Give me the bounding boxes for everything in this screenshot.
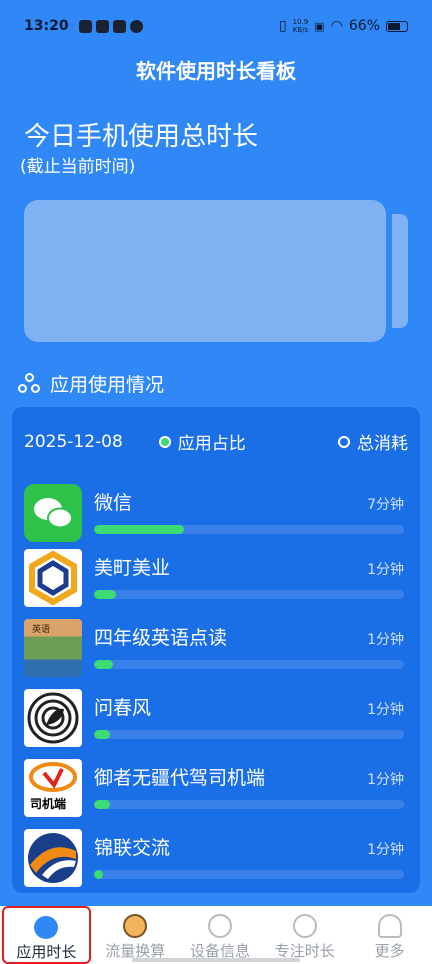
wrench-icon bbox=[207, 914, 232, 938]
usage-bar-fill bbox=[94, 660, 113, 669]
clock-icon bbox=[292, 914, 317, 938]
usage-bar bbox=[94, 660, 404, 669]
date-label[interactable]: 2025-12-08 bbox=[24, 432, 123, 452]
app-time: 1分钟 bbox=[367, 842, 404, 858]
legend-app-share-label: 应用占比 bbox=[177, 434, 246, 454]
usage-bar-fill bbox=[94, 525, 184, 534]
section-title-text: 应用使用情况 bbox=[50, 374, 165, 396]
app-name: 问春风 bbox=[94, 697, 152, 719]
page-title: 软件使用时长看板 bbox=[136, 59, 296, 83]
video-app-icon bbox=[78, 19, 92, 33]
vibrate-icon: ▯ bbox=[278, 18, 287, 34]
tab-focus-duration[interactable]: 专注时长 bbox=[262, 906, 347, 964]
wechat-status-icon bbox=[129, 19, 143, 33]
link-app-icon bbox=[95, 19, 109, 33]
bottom-nav: 应用时长 流量换算 设备信息 专注时长 更多 bbox=[0, 906, 432, 964]
recycle-share-icon bbox=[18, 372, 42, 395]
wifi-icon: ◠ bbox=[330, 18, 343, 34]
legend-dot-filled-icon bbox=[158, 435, 171, 448]
app-name: 美町美业 bbox=[94, 557, 171, 579]
usage-bar-fill bbox=[94, 730, 110, 739]
section-title: 应用使用情况 bbox=[18, 370, 164, 397]
tab-label: 更多 bbox=[374, 942, 405, 960]
gesture-bar bbox=[132, 958, 300, 962]
usage-bar bbox=[94, 870, 404, 879]
list-item[interactable]: 司机端 御者无疆代驾司机端 1分钟 bbox=[24, 759, 404, 819]
app-time: 1分钟 bbox=[367, 632, 404, 648]
legend-total-label: 总消耗 bbox=[357, 434, 408, 454]
legend-app-share[interactable]: 应用占比 bbox=[158, 429, 246, 454]
net-speed-value: 10.9 bbox=[292, 18, 309, 26]
tab-label: 应用时长 bbox=[16, 943, 77, 961]
swap-icon bbox=[123, 914, 148, 938]
usage-bar-fill bbox=[94, 800, 110, 809]
tab-traffic-conversion[interactable]: 流量换算 bbox=[93, 906, 178, 964]
droplet-icon bbox=[34, 916, 59, 939]
meiting-icon bbox=[24, 549, 82, 607]
usage-bar bbox=[94, 590, 404, 599]
usage-battery-cap bbox=[392, 214, 408, 328]
tab-device-info[interactable]: 设备信息 bbox=[178, 906, 263, 964]
status-time: 13:20 bbox=[24, 18, 69, 34]
english-book-icon: 英语 bbox=[24, 619, 82, 677]
person-icon bbox=[377, 914, 402, 938]
app-time: 7分钟 bbox=[367, 497, 404, 513]
app-usage-card: 2025-12-08 应用占比 总消耗 微信 7分钟 美町美业 1分钟 英语 四… bbox=[12, 407, 420, 893]
app-time: 1分钟 bbox=[367, 702, 404, 718]
sim-icon: ▣ bbox=[314, 19, 325, 33]
tab-more[interactable]: 更多 bbox=[347, 906, 432, 964]
net-speed: 10.9 KB/s bbox=[293, 18, 309, 34]
usage-battery-graphic bbox=[24, 200, 386, 342]
usage-bar bbox=[94, 730, 404, 739]
app-name: 四年级英语点读 bbox=[94, 627, 228, 649]
app-name: 微信 bbox=[94, 492, 133, 514]
app-time: 1分钟 bbox=[367, 562, 404, 578]
today-title: 今日手机使用总时长 bbox=[24, 122, 259, 152]
app-name: 锦联交流 bbox=[94, 837, 171, 859]
list-item[interactable]: 锦联交流 1分钟 bbox=[24, 829, 404, 889]
usage-bar-fill bbox=[94, 590, 116, 599]
mail-app-icon bbox=[112, 19, 126, 33]
wenchunfeng-icon bbox=[24, 689, 82, 747]
list-item[interactable]: 英语 四年级英语点读 1分钟 bbox=[24, 619, 404, 679]
driver-icon: 司机端 bbox=[24, 759, 82, 817]
legend-dot-empty-icon bbox=[338, 435, 350, 448]
tab-app-duration[interactable]: 应用时长 bbox=[2, 906, 91, 964]
usage-bar bbox=[94, 800, 404, 809]
usage-bar bbox=[94, 525, 404, 534]
app-time: 1分钟 bbox=[367, 772, 404, 788]
status-bar: 13:20 ▯ 10.9 KB/s ▣ ◠ 66% bbox=[0, 0, 432, 52]
list-item[interactable]: 问春风 1分钟 bbox=[24, 689, 404, 749]
driver-icon-label: 司机端 bbox=[30, 797, 67, 811]
legend-total[interactable]: 总消耗 bbox=[338, 429, 408, 454]
usage-bar-fill bbox=[94, 870, 104, 879]
english-book-label: 英语 bbox=[32, 625, 51, 635]
list-item[interactable]: 微信 7分钟 bbox=[24, 484, 404, 544]
list-item[interactable]: 美町美业 1分钟 bbox=[24, 549, 404, 609]
net-speed-unit: KB/s bbox=[292, 26, 309, 34]
jinlian-icon bbox=[24, 829, 82, 887]
wechat-icon bbox=[24, 484, 82, 542]
battery-icon bbox=[386, 20, 408, 32]
app-name: 御者无疆代驾司机端 bbox=[94, 767, 266, 789]
card-header: 2025-12-08 应用占比 总消耗 bbox=[24, 429, 408, 455]
battery-percent: 66% bbox=[348, 18, 380, 34]
today-subtitle: (截止当前时间) bbox=[20, 157, 136, 177]
